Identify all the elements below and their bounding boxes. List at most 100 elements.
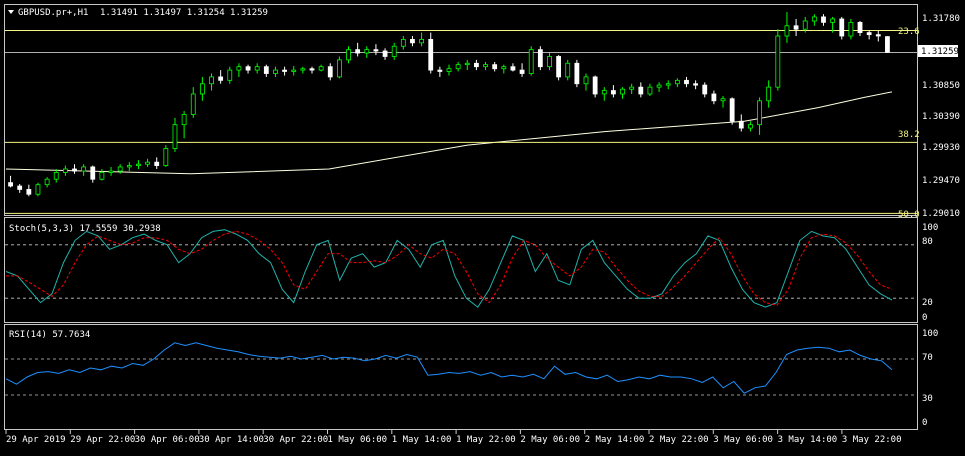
bear-candle bbox=[17, 185, 23, 190]
rsi-panel-frame bbox=[4, 324, 918, 430]
bear-candle bbox=[638, 86, 644, 95]
bull-candle bbox=[775, 35, 781, 88]
bull-candle bbox=[620, 88, 625, 95]
stoch-title: Stoch(5,3,3) 17.5559 30.2938 bbox=[9, 224, 161, 234]
stoch-series bbox=[5, 229, 917, 308]
time-axis-label: 1 May 06:00 bbox=[328, 435, 388, 445]
rsi-title: RSI(14) 57.7634 bbox=[9, 330, 90, 340]
bull-candle bbox=[483, 64, 488, 68]
time-axis-label: 3 May 22:00 bbox=[842, 435, 902, 445]
chart-window[interactable]: 29 Apr 2019 29 Apr 22:00 30 Apr 06:00 30 Ap… bbox=[0, 0, 965, 452]
chart-canvas[interactable]: 29 Apr 2019 29 Apr 22:00 30 Apr 06:00 30 Ap… bbox=[0, 0, 965, 452]
bear-candle bbox=[510, 66, 516, 71]
rsi-level: 70 bbox=[922, 353, 933, 363]
bear-candle bbox=[382, 50, 388, 57]
bull-candle bbox=[35, 184, 41, 195]
bull-candle bbox=[802, 20, 808, 30]
bear-candle bbox=[410, 39, 415, 44]
bear-candle bbox=[492, 64, 498, 70]
current-price-label: 1.31259 bbox=[921, 47, 959, 57]
time-axis-label: 30 Apr 14:00 bbox=[199, 435, 264, 445]
rsi-level: 0 bbox=[922, 418, 927, 428]
bear-candle bbox=[373, 49, 379, 52]
indicator-main-line bbox=[5, 229, 893, 308]
bull-candle bbox=[126, 165, 132, 168]
bear-candle bbox=[729, 98, 735, 122]
chevron-down-icon[interactable] bbox=[8, 10, 14, 14]
time-axis-label: 1 May 22:00 bbox=[456, 435, 516, 445]
bear-candle bbox=[263, 66, 269, 74]
ohlc-readout: 1.31491 1.31497 1.31254 1.31259 bbox=[100, 8, 268, 18]
bull-candle bbox=[674, 79, 680, 85]
bull-candle bbox=[136, 163, 141, 166]
time-axis-label: 3 May 06:00 bbox=[713, 435, 773, 445]
bull-candle bbox=[419, 39, 424, 44]
bear-candle bbox=[693, 83, 699, 86]
bull-candle bbox=[464, 62, 470, 66]
bull-candle bbox=[811, 16, 817, 22]
price-tick: 1.29930 bbox=[922, 143, 960, 153]
price-tick: 1.29470 bbox=[922, 176, 960, 186]
stoch-level: 80 bbox=[922, 237, 933, 247]
stoch-level: 20 bbox=[922, 298, 933, 308]
price-panel-frame bbox=[4, 4, 918, 216]
bull-candle bbox=[501, 66, 507, 70]
price-tick: 1.30850 bbox=[922, 81, 960, 91]
bull-candle bbox=[766, 86, 772, 102]
bull-candle bbox=[784, 25, 790, 37]
bull-candle bbox=[172, 124, 178, 149]
bear-candle bbox=[702, 84, 708, 95]
bear-candle bbox=[711, 93, 717, 102]
price-tick: 1.29010 bbox=[922, 209, 960, 219]
bear-candle bbox=[556, 56, 562, 78]
bear-candle bbox=[611, 90, 616, 95]
indicator-main-line bbox=[5, 342, 893, 394]
bull-candle bbox=[99, 171, 105, 180]
time-axis-label: 30 Apr 06:00 bbox=[135, 435, 200, 445]
bear-candle bbox=[218, 76, 224, 81]
bear-candle bbox=[437, 69, 443, 72]
bull-candle bbox=[364, 49, 370, 54]
bull-candle bbox=[848, 21, 854, 37]
bull-candle bbox=[830, 18, 836, 23]
bull-candle bbox=[748, 124, 753, 129]
bull-candle bbox=[108, 170, 114, 173]
bull-candle bbox=[547, 56, 552, 68]
bear-candle bbox=[519, 69, 525, 74]
bear-candle bbox=[72, 168, 77, 172]
time-axis-label: 29 Apr 22:00 bbox=[70, 435, 135, 445]
time-axis-label: 2 May 22:00 bbox=[649, 435, 709, 445]
fibo-label: 50.0 bbox=[898, 210, 920, 220]
bull-candle bbox=[528, 49, 534, 74]
bull-candle bbox=[601, 90, 607, 95]
bull-candle bbox=[757, 100, 762, 126]
time-axis-label: 30 Apr 22:00 bbox=[263, 435, 328, 445]
bull-candle bbox=[209, 76, 214, 85]
bear-candle bbox=[839, 18, 845, 37]
bear-candle bbox=[282, 69, 287, 72]
bear-candle bbox=[8, 182, 13, 187]
bull-candle bbox=[391, 45, 397, 57]
bull-candle bbox=[336, 59, 342, 78]
bull-candle bbox=[44, 178, 50, 186]
bull-candle bbox=[346, 49, 351, 61]
bear-candle bbox=[885, 36, 890, 53]
bull-candle bbox=[53, 171, 59, 180]
bull-candle bbox=[190, 93, 196, 115]
fibo-label: 38.2 bbox=[898, 130, 920, 140]
bull-candle bbox=[163, 148, 169, 166]
bear-candle bbox=[857, 21, 863, 33]
bear-candle bbox=[684, 79, 689, 85]
stoch-level: 100 bbox=[922, 223, 938, 233]
price-tick: 1.30390 bbox=[922, 112, 960, 122]
bear-candle bbox=[474, 62, 479, 68]
bear-candle bbox=[428, 39, 434, 71]
bull-candle bbox=[565, 62, 571, 78]
bear-candle bbox=[738, 120, 744, 129]
bear-candle bbox=[866, 32, 872, 36]
bull-candle bbox=[629, 86, 635, 90]
price-tick: 1.31780 bbox=[922, 14, 960, 24]
bear-candle bbox=[537, 49, 543, 68]
time-axis-label: 2 May 06:00 bbox=[520, 435, 580, 445]
bull-candle bbox=[647, 86, 653, 95]
